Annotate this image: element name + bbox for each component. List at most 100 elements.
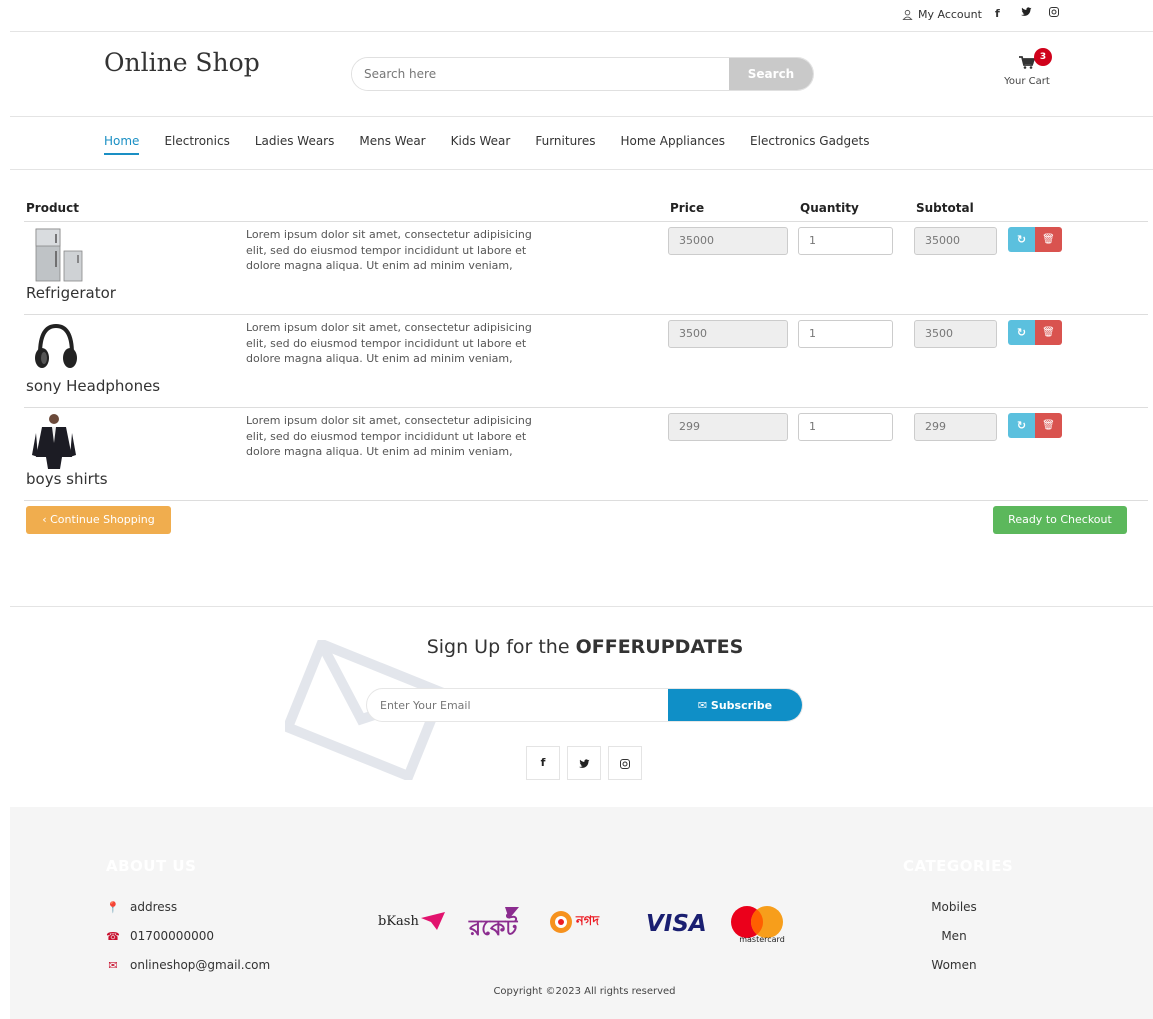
top-bar: My Account f xyxy=(0,0,1153,31)
divider xyxy=(10,169,1153,170)
product-description: Lorem ipsum dolor sit amet, consectetur … xyxy=(246,228,532,272)
refresh-icon: ↻ xyxy=(1016,326,1027,339)
my-account-link[interactable]: My Account xyxy=(902,8,982,21)
col-description xyxy=(246,197,668,222)
product-cell: sony Headphones xyxy=(24,314,246,408)
description-cell: Lorem ipsum dolor sit amet, consectetur … xyxy=(246,407,668,501)
divider xyxy=(10,31,1153,32)
nav-kids-wear[interactable]: Kids Wear xyxy=(451,134,511,155)
nav-electronics[interactable]: Electronics xyxy=(164,134,229,155)
subtotal-field: 35000 xyxy=(914,227,997,255)
refresh-button[interactable]: ↻ xyxy=(1008,227,1035,252)
cart-label: Your Cart xyxy=(1004,76,1050,87)
subtotal-field: 299 xyxy=(914,413,997,441)
product-description: Lorem ipsum dolor sit amet, consectetur … xyxy=(246,414,532,458)
col-product: Product xyxy=(24,197,246,222)
envelope-small-icon: ✉ xyxy=(697,698,711,712)
table-header-row: Product Price Quantity Subtotal xyxy=(24,197,1148,222)
instagram-icon[interactable] xyxy=(1049,7,1059,20)
quantity-input[interactable]: 1 xyxy=(798,227,893,255)
twitter-icon[interactable] xyxy=(567,746,601,780)
delete-button[interactable]: 🗑 xyxy=(1035,413,1062,438)
row-actions: ↻ 🗑 xyxy=(1008,320,1148,345)
description-cell: Lorem ipsum dolor sit amet, consectetur … xyxy=(246,314,668,408)
facebook-icon[interactable]: f xyxy=(526,746,560,780)
cart-link[interactable]: 3 Your Cart xyxy=(1000,48,1054,87)
product-name[interactable]: boys shirts xyxy=(26,470,108,488)
table-row: boys shirts Lorem ipsum dolor sit amet, … xyxy=(24,407,1148,501)
visa-logo: VISA xyxy=(646,911,707,937)
nav-furnitures[interactable]: Furnitures xyxy=(535,134,595,155)
newsletter-title: Sign Up for the OFFERUPDATES xyxy=(426,636,744,658)
refresh-button[interactable]: ↻ xyxy=(1008,413,1035,438)
map-marker-icon: 📍 xyxy=(106,900,120,914)
description-cell: Lorem ipsum dolor sit amet, consectetur … xyxy=(246,221,668,315)
svg-text:রকেট: রকেট xyxy=(468,913,518,941)
shirt-image[interactable] xyxy=(28,413,84,472)
delete-button[interactable]: 🗑 xyxy=(1035,320,1062,345)
continue-shopping-button[interactable]: ‹ Continue Shopping xyxy=(26,506,171,534)
facebook-icon[interactable]: f xyxy=(995,7,1000,20)
instagram-icon[interactable] xyxy=(608,746,642,780)
product-cell: Refrigerator xyxy=(24,221,246,315)
product-name[interactable]: sony Headphones xyxy=(26,377,160,395)
nav-electronics-gadgets[interactable]: Electronics Gadgets xyxy=(750,134,869,155)
footer-phone: ☎ 01700000000 xyxy=(106,929,214,943)
refresh-icon: ↻ xyxy=(1016,419,1027,432)
row-actions: ↻ 🗑 xyxy=(1008,227,1148,252)
nagad-logo: নগদ xyxy=(548,909,599,935)
price-field: 299 xyxy=(668,413,788,441)
headphones-image[interactable] xyxy=(28,320,84,379)
rocket-logo: রকেট xyxy=(465,905,525,941)
footer-email: ✉ onlineshop@gmail.com xyxy=(106,958,270,972)
phone-icon: ☎ xyxy=(106,929,120,943)
email-field[interactable] xyxy=(367,689,668,721)
footer-address: 📍 address xyxy=(106,900,178,914)
product-description: Lorem ipsum dolor sit amet, consectetur … xyxy=(246,321,532,365)
nav-home[interactable]: Home xyxy=(104,134,140,155)
main-nav: Home Electronics Ladies Wears Mens Wear … xyxy=(104,134,895,155)
quantity-input[interactable]: 1 xyxy=(798,320,893,348)
categories-heading: CATEGORIES xyxy=(903,857,1014,875)
refrigerator-image[interactable] xyxy=(28,227,84,286)
nav-mens-wear[interactable]: Mens Wear xyxy=(359,134,425,155)
divider xyxy=(10,116,1153,117)
quantity-input[interactable]: 1 xyxy=(798,413,893,441)
trash-icon: 🗑 xyxy=(1042,420,1055,431)
copyright-text: Copyright ©2023 All rights reserved xyxy=(493,986,676,997)
site-logo[interactable]: Online Shop xyxy=(104,48,260,77)
category-link-men[interactable]: Men xyxy=(904,929,1004,943)
refresh-button[interactable]: ↻ xyxy=(1008,320,1035,345)
nav-ladies-wears[interactable]: Ladies Wears xyxy=(255,134,335,155)
search-input[interactable] xyxy=(352,58,729,90)
table-row: sony Headphones Lorem ipsum dolor sit am… xyxy=(24,314,1148,408)
about-heading: ABOUT US xyxy=(106,857,197,875)
col-price: Price xyxy=(668,197,798,222)
cart-count-badge: 3 xyxy=(1034,48,1052,66)
col-actions xyxy=(1004,197,1148,222)
category-link-women[interactable]: Women xyxy=(904,958,1004,972)
search-button[interactable]: Search xyxy=(729,58,813,90)
checkout-button[interactable]: Ready to Checkout xyxy=(993,506,1127,534)
row-actions: ↻ 🗑 xyxy=(1008,413,1148,438)
footer: ABOUT US CATEGORIES 📍 address ☎ 01700000… xyxy=(10,807,1153,1019)
subscribe-button[interactable]: ✉ Subscribe xyxy=(668,689,802,721)
search-bar: Search xyxy=(351,57,814,91)
refresh-icon: ↻ xyxy=(1016,233,1027,246)
table-row: Refrigerator Lorem ipsum dolor sit amet,… xyxy=(24,221,1148,315)
product-name[interactable]: Refrigerator xyxy=(26,284,116,302)
col-subtotal: Subtotal xyxy=(914,197,1004,222)
delete-button[interactable]: 🗑 xyxy=(1035,227,1062,252)
envelope-icon: ✉ xyxy=(108,958,118,972)
trash-icon: 🗑 xyxy=(1042,234,1055,245)
twitter-icon[interactable] xyxy=(1021,7,1032,20)
user-icon xyxy=(902,9,913,20)
divider xyxy=(10,606,1153,607)
mastercard-logo: mastercard xyxy=(728,905,786,944)
bkash-logo: bKash xyxy=(378,910,447,932)
product-cell: boys shirts xyxy=(24,407,246,501)
nav-home-appliances[interactable]: Home Appliances xyxy=(620,134,725,155)
price-field: 3500 xyxy=(668,320,788,348)
newsletter-form: ✉ Subscribe xyxy=(366,688,803,722)
category-link-mobiles[interactable]: Mobiles xyxy=(904,900,1004,914)
